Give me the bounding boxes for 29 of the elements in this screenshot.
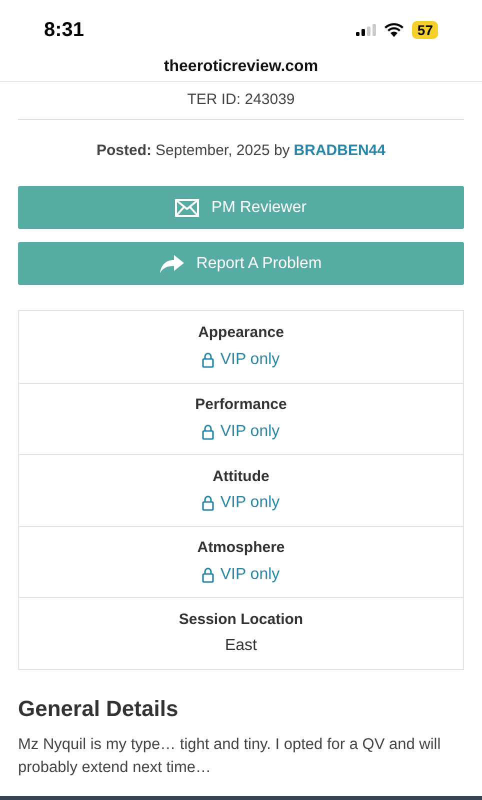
review-text: Mz Nyquil is my type… tight and tiny. I opted for a QV and will probably extend next time… xyxy=(18,734,442,778)
wifi-icon xyxy=(384,23,404,37)
rating-value: East xyxy=(224,636,257,656)
vip-only-link[interactable]: VIP only xyxy=(202,491,280,515)
posted-label: Posted: xyxy=(96,140,152,161)
lock-icon xyxy=(202,566,214,582)
rating-label: Attitude xyxy=(212,466,270,486)
posted-date: September, 2025 by xyxy=(156,140,290,161)
rating-label: Appearance xyxy=(198,323,284,343)
lock-icon xyxy=(202,352,214,368)
status-time: 8:31 xyxy=(44,18,84,43)
vip-only-link[interactable]: VIP only xyxy=(202,562,280,586)
rating-label: Session Location xyxy=(178,610,304,630)
action-button[interactable]: PM Reviewer xyxy=(18,186,464,229)
rating-label: Performance xyxy=(195,395,287,415)
section-heading: General Details xyxy=(18,694,180,722)
vip-only-link[interactable]: VIP only xyxy=(202,420,280,444)
envelope-icon xyxy=(175,198,200,216)
share-arrow-icon xyxy=(160,254,184,272)
lock-icon xyxy=(202,495,214,511)
url-text[interactable]: theeroticreview.com xyxy=(164,54,318,78)
battery-indicator: 57 xyxy=(412,21,438,39)
lock-icon xyxy=(202,424,214,440)
rating-label: Atmosphere xyxy=(197,538,285,558)
ter-id: TER ID: 243039 xyxy=(187,90,295,110)
author-link[interactable]: BRADBEN44 xyxy=(294,140,386,162)
vip-only-link[interactable]: VIP only xyxy=(202,348,280,372)
signal-icon xyxy=(356,24,376,36)
action-button[interactable]: Report A Problem xyxy=(18,242,464,285)
